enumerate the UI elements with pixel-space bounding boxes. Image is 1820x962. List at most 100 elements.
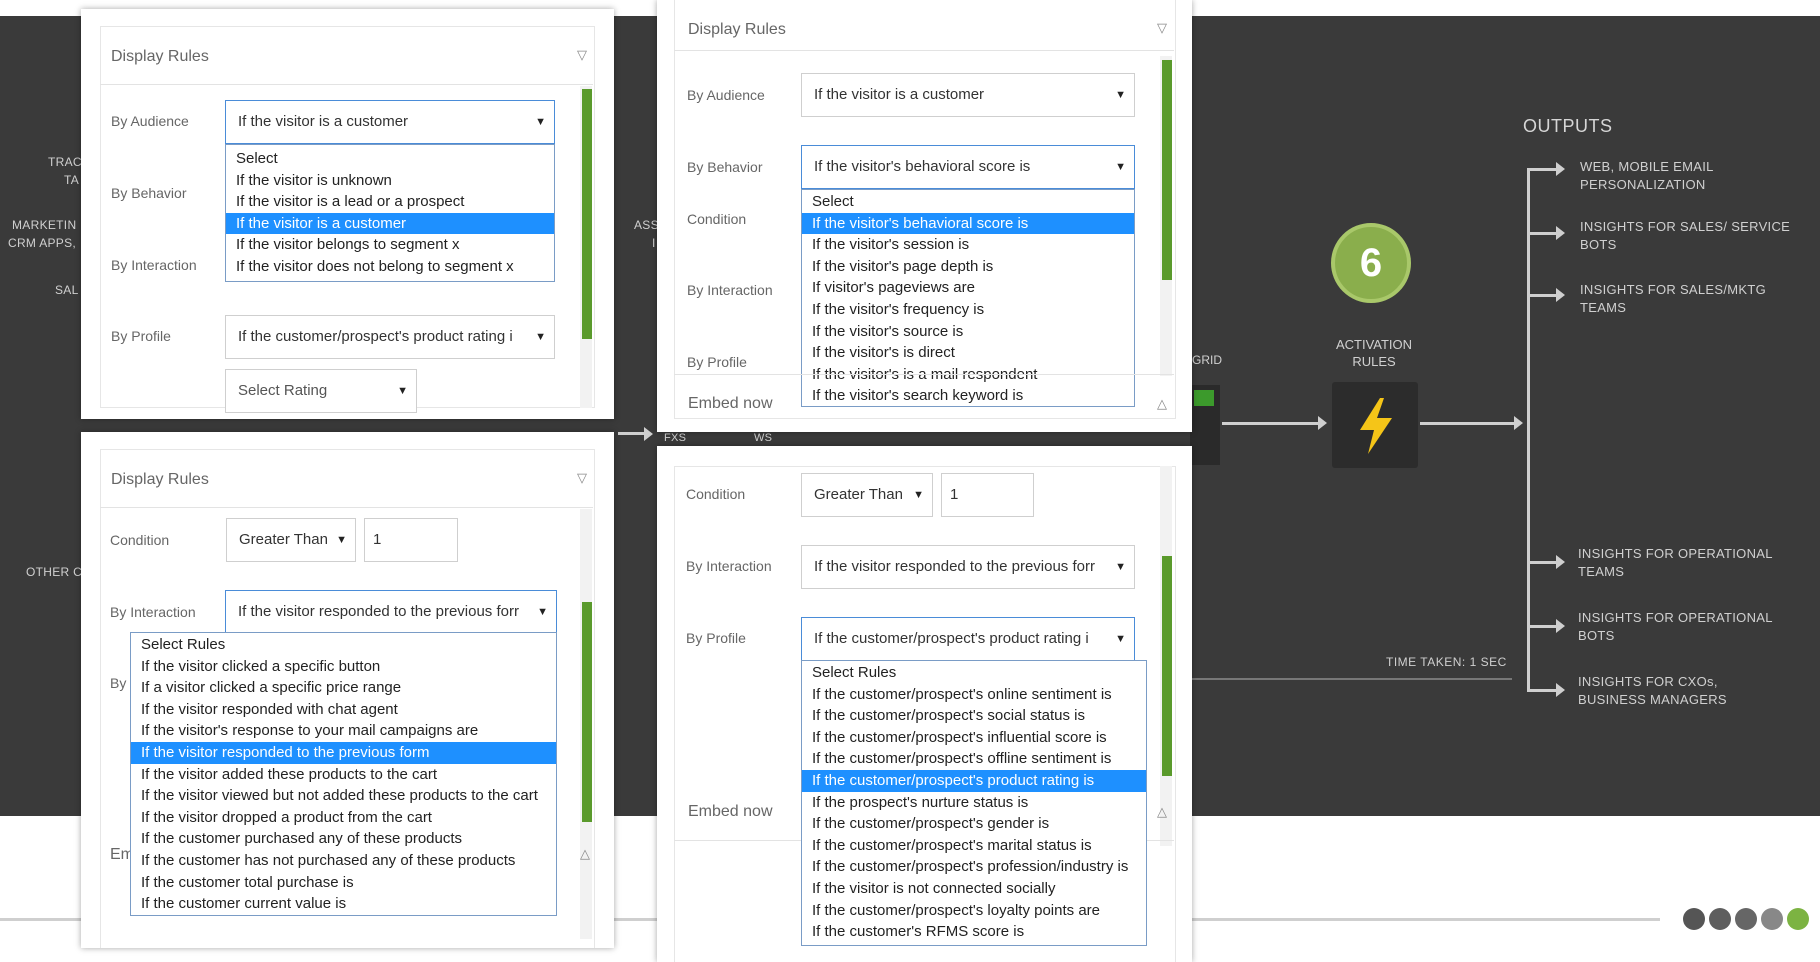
condition-number-input[interactable]: 1 <box>941 473 1034 517</box>
by-behavior-label: By Behavior <box>111 185 187 201</box>
dropdown-option[interactable]: If the visitor clicked a specific button <box>131 656 556 678</box>
dropdown-option-selected[interactable]: If the customer/prospect's product ratin… <box>802 769 1146 792</box>
profile-dropdown-list[interactable]: Select Rules If the customer/prospect's … <box>801 660 1147 946</box>
outputs-trunk <box>1527 168 1530 690</box>
bg-label-marketing: MARKETIN <box>12 218 77 232</box>
dropdown-option[interactable]: If the visitor's session is <box>802 234 1134 256</box>
condition-number-input[interactable]: 1 <box>364 518 458 562</box>
dropdown-caret-icon: ▼ <box>1115 161 1126 173</box>
behavior-select[interactable]: If the visitor's behavioral score is ▼ <box>801 145 1135 189</box>
dropdown-option[interactable]: If the customer current value is <box>131 893 556 915</box>
dropdown-option[interactable]: If a visitor clicked a specific price ra… <box>131 677 556 699</box>
scrollbar-thumb[interactable] <box>582 602 592 822</box>
dropdown-option[interactable]: If the customer total purchase is <box>131 872 556 894</box>
dropdown-option[interactable]: If the customer/prospect's influential s… <box>802 727 1146 749</box>
audience-dropdown-list[interactable]: Select If the visitor is unknown If the … <box>225 144 555 282</box>
embed-now-button[interactable]: Embed now <box>688 803 773 821</box>
dropdown-option[interactable]: If the visitor dropped a product from th… <box>131 807 556 829</box>
dropdown-option[interactable]: If the visitor belongs to segment x <box>226 234 554 256</box>
expand-icon[interactable]: △ <box>1157 804 1167 820</box>
interaction-select-value: If the visitor responded to the previous… <box>238 603 519 620</box>
dropdown-option[interactable]: If the visitor does not belong to segmen… <box>226 256 554 278</box>
dropdown-option[interactable]: If the visitor's search keyword is <box>802 385 1134 407</box>
dropdown-option[interactable]: If visitor's pageviews are <box>802 277 1134 299</box>
collapse-icon[interactable]: ▽ <box>577 470 587 486</box>
condition-select[interactable]: Greater Than ▼ <box>801 473 933 517</box>
output-operational-teams: INSIGHTS FOR OPERATIONAL TEAMS <box>1578 546 1773 579</box>
output-arrow <box>1556 288 1565 302</box>
dropdown-option[interactable]: If the visitor is not connected socially <box>802 878 1146 900</box>
dropdown-option[interactable]: If the customer purchased any of these p… <box>131 828 556 850</box>
rating-select[interactable]: Select Rating ▼ <box>225 369 417 413</box>
scrollbar-thumb[interactable] <box>1162 556 1172 776</box>
output-branch <box>1527 232 1559 235</box>
profile-select[interactable]: If the customer/prospect's product ratin… <box>801 617 1135 661</box>
carousel-dot[interactable] <box>1761 908 1783 930</box>
audience-select[interactable]: If the visitor is a customer ▼ <box>801 73 1135 117</box>
dropdown-option[interactable]: If the visitor is a lead or a prospect <box>226 191 554 213</box>
dropdown-option[interactable]: If the visitor's page depth is <box>802 256 1134 278</box>
expand-icon[interactable]: △ <box>580 846 590 862</box>
dropdown-option[interactable]: If the visitor is unknown <box>226 170 554 192</box>
dropdown-option-selected[interactable]: If the visitor is a customer <box>226 212 554 235</box>
dropdown-option-selected[interactable]: If the visitor's behavioral score is <box>802 212 1134 235</box>
display-rules-panel-audience: Display Rules ▽ By Audience By Behavior … <box>81 9 614 419</box>
dropdown-option[interactable]: If the visitor's frequency is <box>802 299 1134 321</box>
scrollbar-thumb[interactable] <box>582 89 592 339</box>
by-profile-label: By Profile <box>687 354 747 370</box>
carousel-dot[interactable] <box>1683 908 1705 930</box>
embed-now-button[interactable]: Embed now <box>688 395 773 413</box>
flow-line-to-outputs <box>1420 422 1518 425</box>
expand-icon[interactable]: △ <box>1157 396 1167 412</box>
dropdown-option[interactable]: Select Rules <box>802 662 1146 684</box>
audience-select[interactable]: If the visitor is a customer ▼ <box>225 100 555 144</box>
interaction-dropdown-list[interactable]: Select Rules If the visitor clicked a sp… <box>130 632 557 916</box>
dropdown-option[interactable]: If the visitor added these products to t… <box>131 764 556 786</box>
dropdown-option[interactable]: If the customer has not purchased any of… <box>131 850 556 872</box>
output-arrow <box>1556 555 1565 569</box>
collapse-icon[interactable]: ▽ <box>577 47 587 63</box>
output-arrow <box>1556 619 1565 633</box>
dropdown-option[interactable]: If the customer/prospect's online sentim… <box>802 684 1146 706</box>
connector-arrow <box>644 427 653 441</box>
carousel-dot[interactable] <box>1709 908 1731 930</box>
scrollbar-thumb[interactable] <box>1162 60 1172 280</box>
dropdown-option[interactable]: If the visitor's source is <box>802 321 1134 343</box>
dropdown-option[interactable]: If the customer/prospect's loyalty point… <box>802 900 1146 922</box>
lightning-bolt-icon <box>1360 398 1392 454</box>
dropdown-option[interactable]: If the customer/prospect's profession/in… <box>802 856 1146 878</box>
output-sales-service-bots: INSIGHTS FOR SALES/ SERVICE BOTS <box>1580 219 1791 252</box>
interaction-select[interactable]: If the visitor responded to the previous… <box>225 590 557 634</box>
dropdown-option[interactable]: If the visitor responded with chat agent <box>131 699 556 721</box>
dropdown-caret-icon: ▼ <box>1115 633 1126 645</box>
profile-select[interactable]: If the customer/prospect's product ratin… <box>225 315 555 359</box>
carousel-dots[interactable] <box>1683 908 1813 935</box>
bg-label-sal: SAL <box>55 283 79 297</box>
output-branch <box>1527 689 1559 692</box>
by-interaction-label: By Interaction <box>686 558 772 574</box>
dropdown-caret-icon: ▼ <box>537 606 548 618</box>
carousel-dot-active[interactable] <box>1787 908 1809 930</box>
dropdown-option[interactable]: If the customer/prospect's social status… <box>802 705 1146 727</box>
condition-select[interactable]: Greater Than ▼ <box>226 518 356 562</box>
dropdown-option[interactable]: If the prospect's nurture status is <box>802 792 1146 814</box>
profile-select-value: If the customer/prospect's product ratin… <box>814 630 1089 647</box>
dropdown-option[interactable]: If the customer's RFMS score is <box>802 921 1146 943</box>
dropdown-option[interactable]: If the visitor viewed but not added thes… <box>131 785 556 807</box>
dropdown-option[interactable]: If the customer/prospect's gender is <box>802 813 1146 835</box>
dropdown-option[interactable]: Select Rules <box>131 634 556 656</box>
outputs-title: OUTPUTS <box>1523 116 1613 136</box>
dropdown-option-selected[interactable]: If the visitor responded to the previous… <box>131 741 556 764</box>
rating-select-value: Select Rating <box>238 382 328 399</box>
collapse-icon[interactable]: ▽ <box>1157 20 1167 36</box>
bg-label-other: OTHER C <box>26 565 83 579</box>
dropdown-option[interactable]: Select <box>226 148 554 170</box>
interaction-select[interactable]: If the visitor responded to the previous… <box>801 545 1135 589</box>
dropdown-option[interactable]: If the customer/prospect's marital statu… <box>802 835 1146 857</box>
dropdown-option[interactable]: If the customer/prospect's offline senti… <box>802 748 1146 770</box>
carousel-dot[interactable] <box>1735 908 1757 930</box>
condition-select-value: Greater Than <box>239 531 328 548</box>
dropdown-option[interactable]: Select <box>802 191 1134 213</box>
dropdown-option[interactable]: If the visitor's response to your mail c… <box>131 720 556 742</box>
dropdown-option[interactable]: If the visitor's is direct <box>802 342 1134 364</box>
